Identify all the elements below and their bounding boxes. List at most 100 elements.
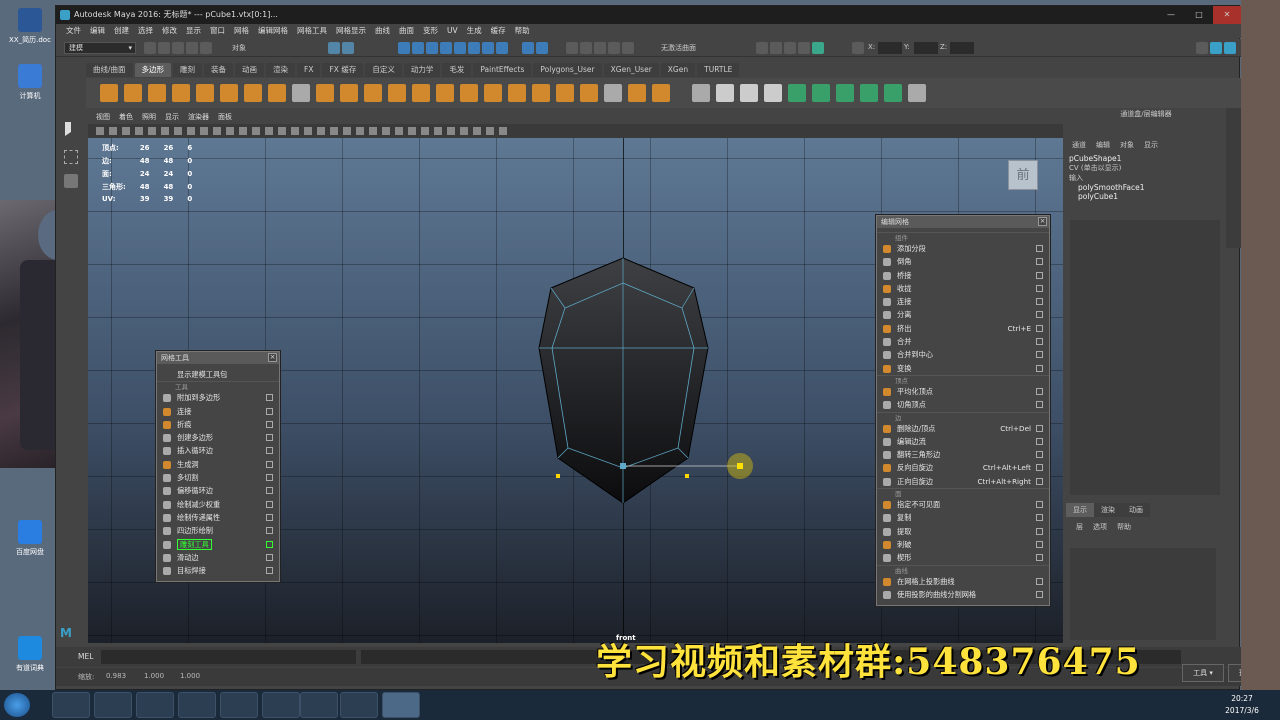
menu-12[interactable]: 曲面 [399,24,414,38]
shelf-tool-icon-28[interactable] [788,84,806,102]
shelf-tool-icon-8[interactable] [292,84,310,102]
menu-17[interactable]: 帮助 [515,24,530,38]
menu-14[interactable]: UV [447,24,458,38]
mesh-tool-3[interactable]: 连接 [157,405,279,418]
viewport-tool-icon-8[interactable] [200,127,208,135]
channel-menu-0[interactable]: 通道 [1072,140,1086,150]
paint-select-icon[interactable] [64,174,78,188]
clock[interactable]: 20:27 2017/3/6 [1222,693,1262,717]
menu-1[interactable]: 编辑 [90,24,105,38]
option-box-icon[interactable] [1036,477,1043,485]
shelf-tool-icon-9[interactable] [316,84,334,102]
option-box-icon[interactable] [266,420,273,428]
input-ops-icon[interactable] [580,42,592,54]
option-box-icon[interactable] [266,447,273,455]
mesh-tools-title-bar[interactable]: 网格工具 × [157,352,279,364]
option-box-icon[interactable] [1036,540,1043,548]
title-bar[interactable]: Autodesk Maya 2016: 无标题* --- pCube1.vtx[… [56,6,1241,24]
shelf-tab-2[interactable]: 雕刻 [173,63,203,77]
viewport-tool-icon-0[interactable] [96,127,104,135]
shelf-tool-icon-22[interactable] [628,84,646,102]
shelf-tool-icon-14[interactable] [436,84,454,102]
shelf-tab-3[interactable]: 装备 [204,63,234,77]
save-scene-icon[interactable] [172,42,184,54]
option-box-icon[interactable] [266,513,273,521]
desktop-icon-doc[interactable]: XX_简历.doc [0,8,60,45]
viewport-tool-icon-1[interactable] [109,127,117,135]
undo-icon[interactable] [186,42,198,54]
edit-mesh-title-bar[interactable]: 编辑网格 × [877,216,1049,228]
shelf-tool-icon-15[interactable] [460,84,478,102]
option-box-icon[interactable] [1036,338,1043,346]
snap-face-icon[interactable] [482,42,494,54]
menu-10[interactable]: 网格显示 [336,24,366,38]
edit-mesh-item[interactable]: 合并 [877,335,1049,348]
viewport-tool-icon-31[interactable] [499,127,507,135]
shelf-tab-5[interactable]: 渲染 [266,63,296,77]
option-box-icon[interactable] [1036,464,1043,472]
viewport-tool-icon-27[interactable] [447,127,455,135]
maximize-button[interactable]: □ [1185,6,1213,24]
option-box-icon[interactable] [1036,324,1043,332]
option-box-icon[interactable] [1036,351,1043,359]
shelf-tool-icon-26[interactable] [740,84,758,102]
viewport-tool-icon-22[interactable] [382,127,390,135]
mesh-tool-0[interactable]: 显示建模工具包 [157,368,279,381]
construction-history-icon[interactable] [608,42,620,54]
menu-8[interactable]: 编辑网格 [258,24,288,38]
mesh-tool-15[interactable]: 目标焊接 [157,564,279,577]
snap-view-icon[interactable] [440,42,452,54]
shelf-tool-icon-16[interactable] [484,84,502,102]
side-tabs[interactable] [1226,108,1241,248]
shelf-tab-4[interactable]: 动画 [235,63,265,77]
desktop-icon-computer[interactable]: 计算机 [0,64,60,101]
viewport-tool-icon-14[interactable] [278,127,286,135]
mesh-tool-2[interactable]: 附加到多边形 [157,391,279,404]
shelf-tool-icon-3[interactable] [172,84,190,102]
menu-5[interactable]: 显示 [186,24,201,38]
shelf-tab-6[interactable]: FX [297,63,321,77]
shelf-tool-icon-6[interactable] [244,84,262,102]
input-node-1[interactable]: polySmoothFace1 [1066,183,1226,192]
shelf-tool-icon-32[interactable] [884,84,902,102]
shelf-tool-icon-18[interactable] [532,84,550,102]
viewport-tool-icon-28[interactable] [460,127,468,135]
taskbar-app-4[interactable] [178,692,216,718]
viewport-tool-icon-30[interactable] [486,127,494,135]
channel-menu-2[interactable]: 对象 [1120,140,1134,150]
mesh-tool-4[interactable]: 折痕 [157,418,279,431]
lasso-tool-icon[interactable] [64,150,78,164]
render-settings-icon[interactable] [784,42,796,54]
output-ops-icon[interactable] [594,42,606,54]
menu-4[interactable]: 修改 [162,24,177,38]
history-icon[interactable] [566,42,578,54]
viewport-menu-4[interactable]: 渲染器 [188,112,209,123]
shelf-tab-8[interactable]: 自定义 [365,63,402,77]
shelf-tool-icon-20[interactable] [580,84,598,102]
menu-6[interactable]: 窗口 [210,24,225,38]
ipr-render-icon[interactable] [770,42,782,54]
shelf-tool-icon-24[interactable] [692,84,710,102]
option-box-icon[interactable] [1036,451,1043,459]
mesh-tool-8[interactable]: 多切割 [157,471,279,484]
shelf-tool-icon-10[interactable] [340,84,358,102]
option-box-icon[interactable] [1036,514,1043,522]
option-box-icon[interactable] [266,474,273,482]
viewport-tool-icon-19[interactable] [343,127,351,135]
shelf-tool-icon-2[interactable] [148,84,166,102]
shelf-tool-icon-4[interactable] [196,84,214,102]
layer-tab-2[interactable]: 动画 [1122,503,1150,517]
option-box-icon[interactable] [1036,298,1043,306]
edit-mesh-item[interactable]: 变换 [877,362,1049,375]
mesh-tool-11[interactable]: 绘制传递属性 [157,511,279,524]
snap-vertex-icon[interactable] [468,42,480,54]
shelf-tab-11[interactable]: PaintEffects [473,63,532,77]
viewport-tool-icon-18[interactable] [330,127,338,135]
shelf-tool-icon-31[interactable] [860,84,878,102]
mesh-tool-6[interactable]: 插入循环边 [157,444,279,457]
menu-0[interactable]: 文件 [66,24,81,38]
modeling-toolkit-icon[interactable] [1196,42,1208,54]
option-box-icon[interactable] [1036,554,1043,562]
mel-input[interactable] [101,650,356,664]
minimize-button[interactable]: — [1157,6,1185,24]
